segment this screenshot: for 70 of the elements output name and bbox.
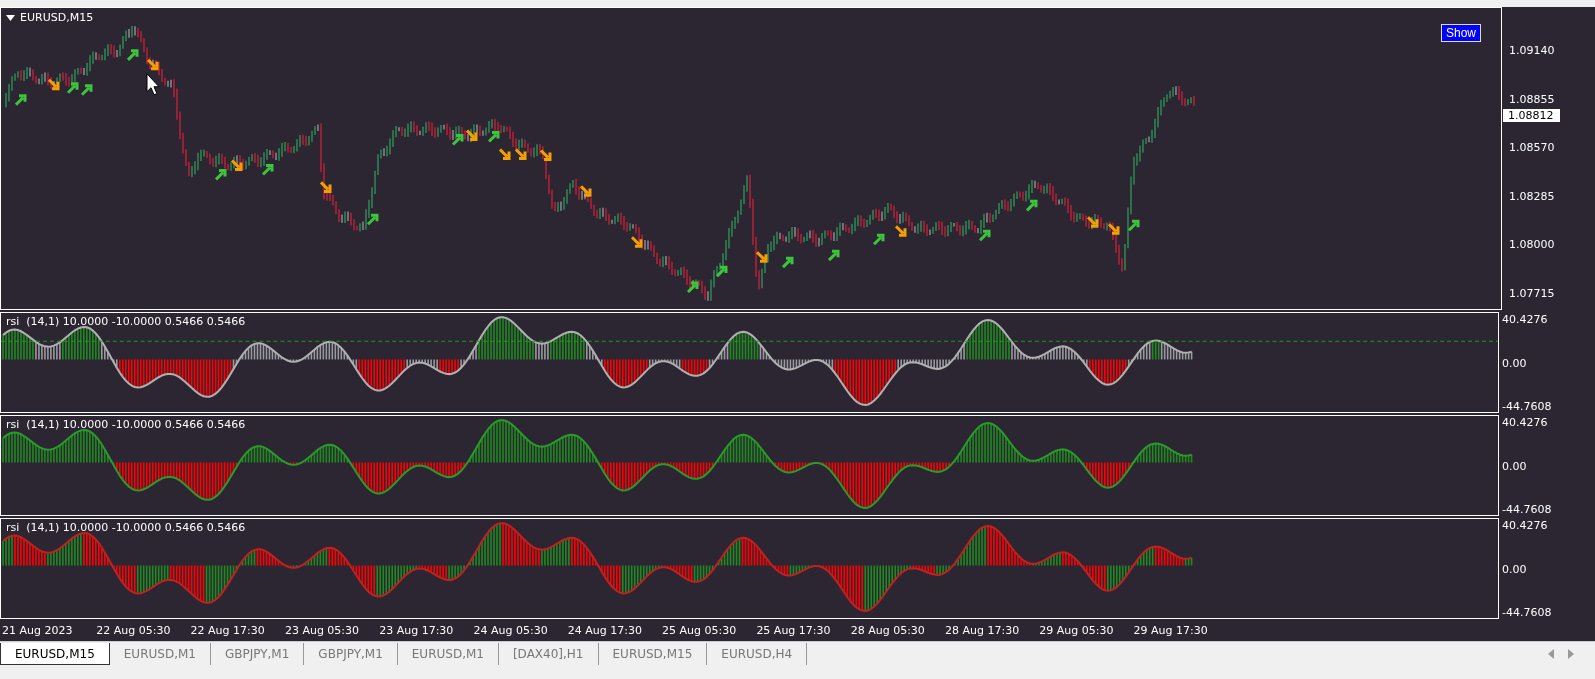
down-arrow-icon: [755, 250, 768, 263]
down-arrow-icon: [47, 78, 60, 91]
up-arrow-icon: [451, 134, 464, 147]
price-axis-label: 1.09140: [1509, 44, 1555, 57]
indicator-label: rsi (14,1) 10.0000 -10.0000 0.5466 0.5466: [6, 521, 246, 534]
mouse-cursor-icon: [146, 73, 160, 96]
down-arrow-icon: [894, 224, 907, 237]
down-arrow-icon: [146, 58, 159, 71]
time-axis-label: 25 Aug 05:30: [662, 623, 738, 637]
up-arrow-icon: [1025, 199, 1038, 212]
price-axis-label: 1.08000: [1509, 238, 1555, 251]
time-axis-label: 25 Aug 17:30: [756, 623, 832, 637]
down-arrow-icon: [1107, 222, 1120, 235]
down-arrow-icon: [498, 148, 511, 160]
time-axis-label: 22 Aug 17:30: [190, 623, 266, 637]
indicator-axis-label: 40.4276: [1502, 519, 1549, 532]
down-arrow-icon: [1086, 215, 1099, 228]
time-axis-label: 29 Aug 05:30: [1039, 623, 1115, 637]
price-axis-label: 1.08285: [1509, 189, 1555, 203]
scroll-left-icon[interactable]: [1547, 649, 1555, 659]
up-arrow-icon: [214, 168, 227, 181]
time-axis-label: 28 Aug 17:30: [944, 623, 1021, 637]
indicator-axis-label: 40.4276: [1502, 416, 1549, 429]
down-arrow-icon: [230, 159, 243, 171]
up-arrow-icon: [978, 229, 991, 242]
time-axis-label: 29 Aug 17:30: [1133, 623, 1209, 637]
price-axis-label: 1.08570: [1509, 141, 1555, 154]
time-axis-label: 21 Aug 2023: [2, 623, 74, 637]
indicator-axis-label: -44.7608: [1502, 503, 1553, 516]
up-arrow-icon: [487, 131, 500, 144]
current-price-label: 1.08812: [1503, 109, 1560, 122]
down-arrow-icon: [514, 148, 527, 160]
show-button[interactable]: Show: [1440, 24, 1481, 42]
up-arrow-icon: [14, 94, 27, 107]
time-axis-label: 23 Aug 17:30: [379, 623, 455, 637]
up-arrow-icon: [715, 265, 728, 278]
price-axis-label: 1.08855: [1509, 92, 1555, 106]
up-arrow-icon: [1127, 219, 1140, 232]
time-axis-label: 22 Aug 05:30: [96, 623, 172, 637]
up-arrow-icon: [126, 49, 139, 62]
down-arrow-icon: [539, 149, 552, 161]
dropdown-triangle-icon[interactable]: [6, 14, 15, 21]
price-axis-label: 1.07715: [1509, 286, 1555, 300]
indicator-axis-label: -44.7608: [1502, 606, 1553, 619]
time-axis-label: 24 Aug 05:30: [473, 623, 549, 637]
up-arrow-icon: [366, 213, 379, 226]
up-arrow-icon: [80, 84, 93, 97]
scroll-right-icon[interactable]: [1567, 649, 1575, 659]
chart-symbol: EURUSD,M15: [20, 11, 94, 24]
up-arrow-icon: [781, 256, 794, 269]
indicator-axis-label: 40.4276: [1502, 313, 1549, 326]
up-arrow-icon: [261, 164, 274, 176]
up-arrow-icon: [827, 249, 840, 262]
indicator-label: rsi (14,1) 10.0000 -10.0000 0.5466 0.5466: [6, 418, 246, 431]
down-arrow-icon: [579, 184, 592, 197]
up-arrow-icon: [872, 233, 885, 246]
time-axis-label: 28 Aug 05:30: [850, 623, 926, 637]
indicator-axis-label: 0.00: [1502, 562, 1528, 576]
indicator-axis-label: 0.00: [1502, 459, 1528, 473]
time-axis-label: 24 Aug 17:30: [567, 623, 643, 637]
down-arrow-icon: [319, 180, 332, 193]
time-axis-label: 23 Aug 05:30: [284, 623, 361, 637]
indicator-axis-label: 0.00: [1502, 356, 1528, 370]
down-arrow-icon: [465, 129, 478, 142]
down-arrow-icon: [630, 235, 643, 248]
indicator-axis-label: -44.7608: [1502, 400, 1553, 413]
indicator-label: rsi (14,1) 10.0000 -10.0000 0.5466 0.5466: [6, 315, 246, 328]
up-arrow-icon: [686, 281, 699, 294]
up-arrow-icon: [66, 82, 79, 95]
chart-tab[interactable]: EURUSD,M15: [0, 643, 110, 665]
